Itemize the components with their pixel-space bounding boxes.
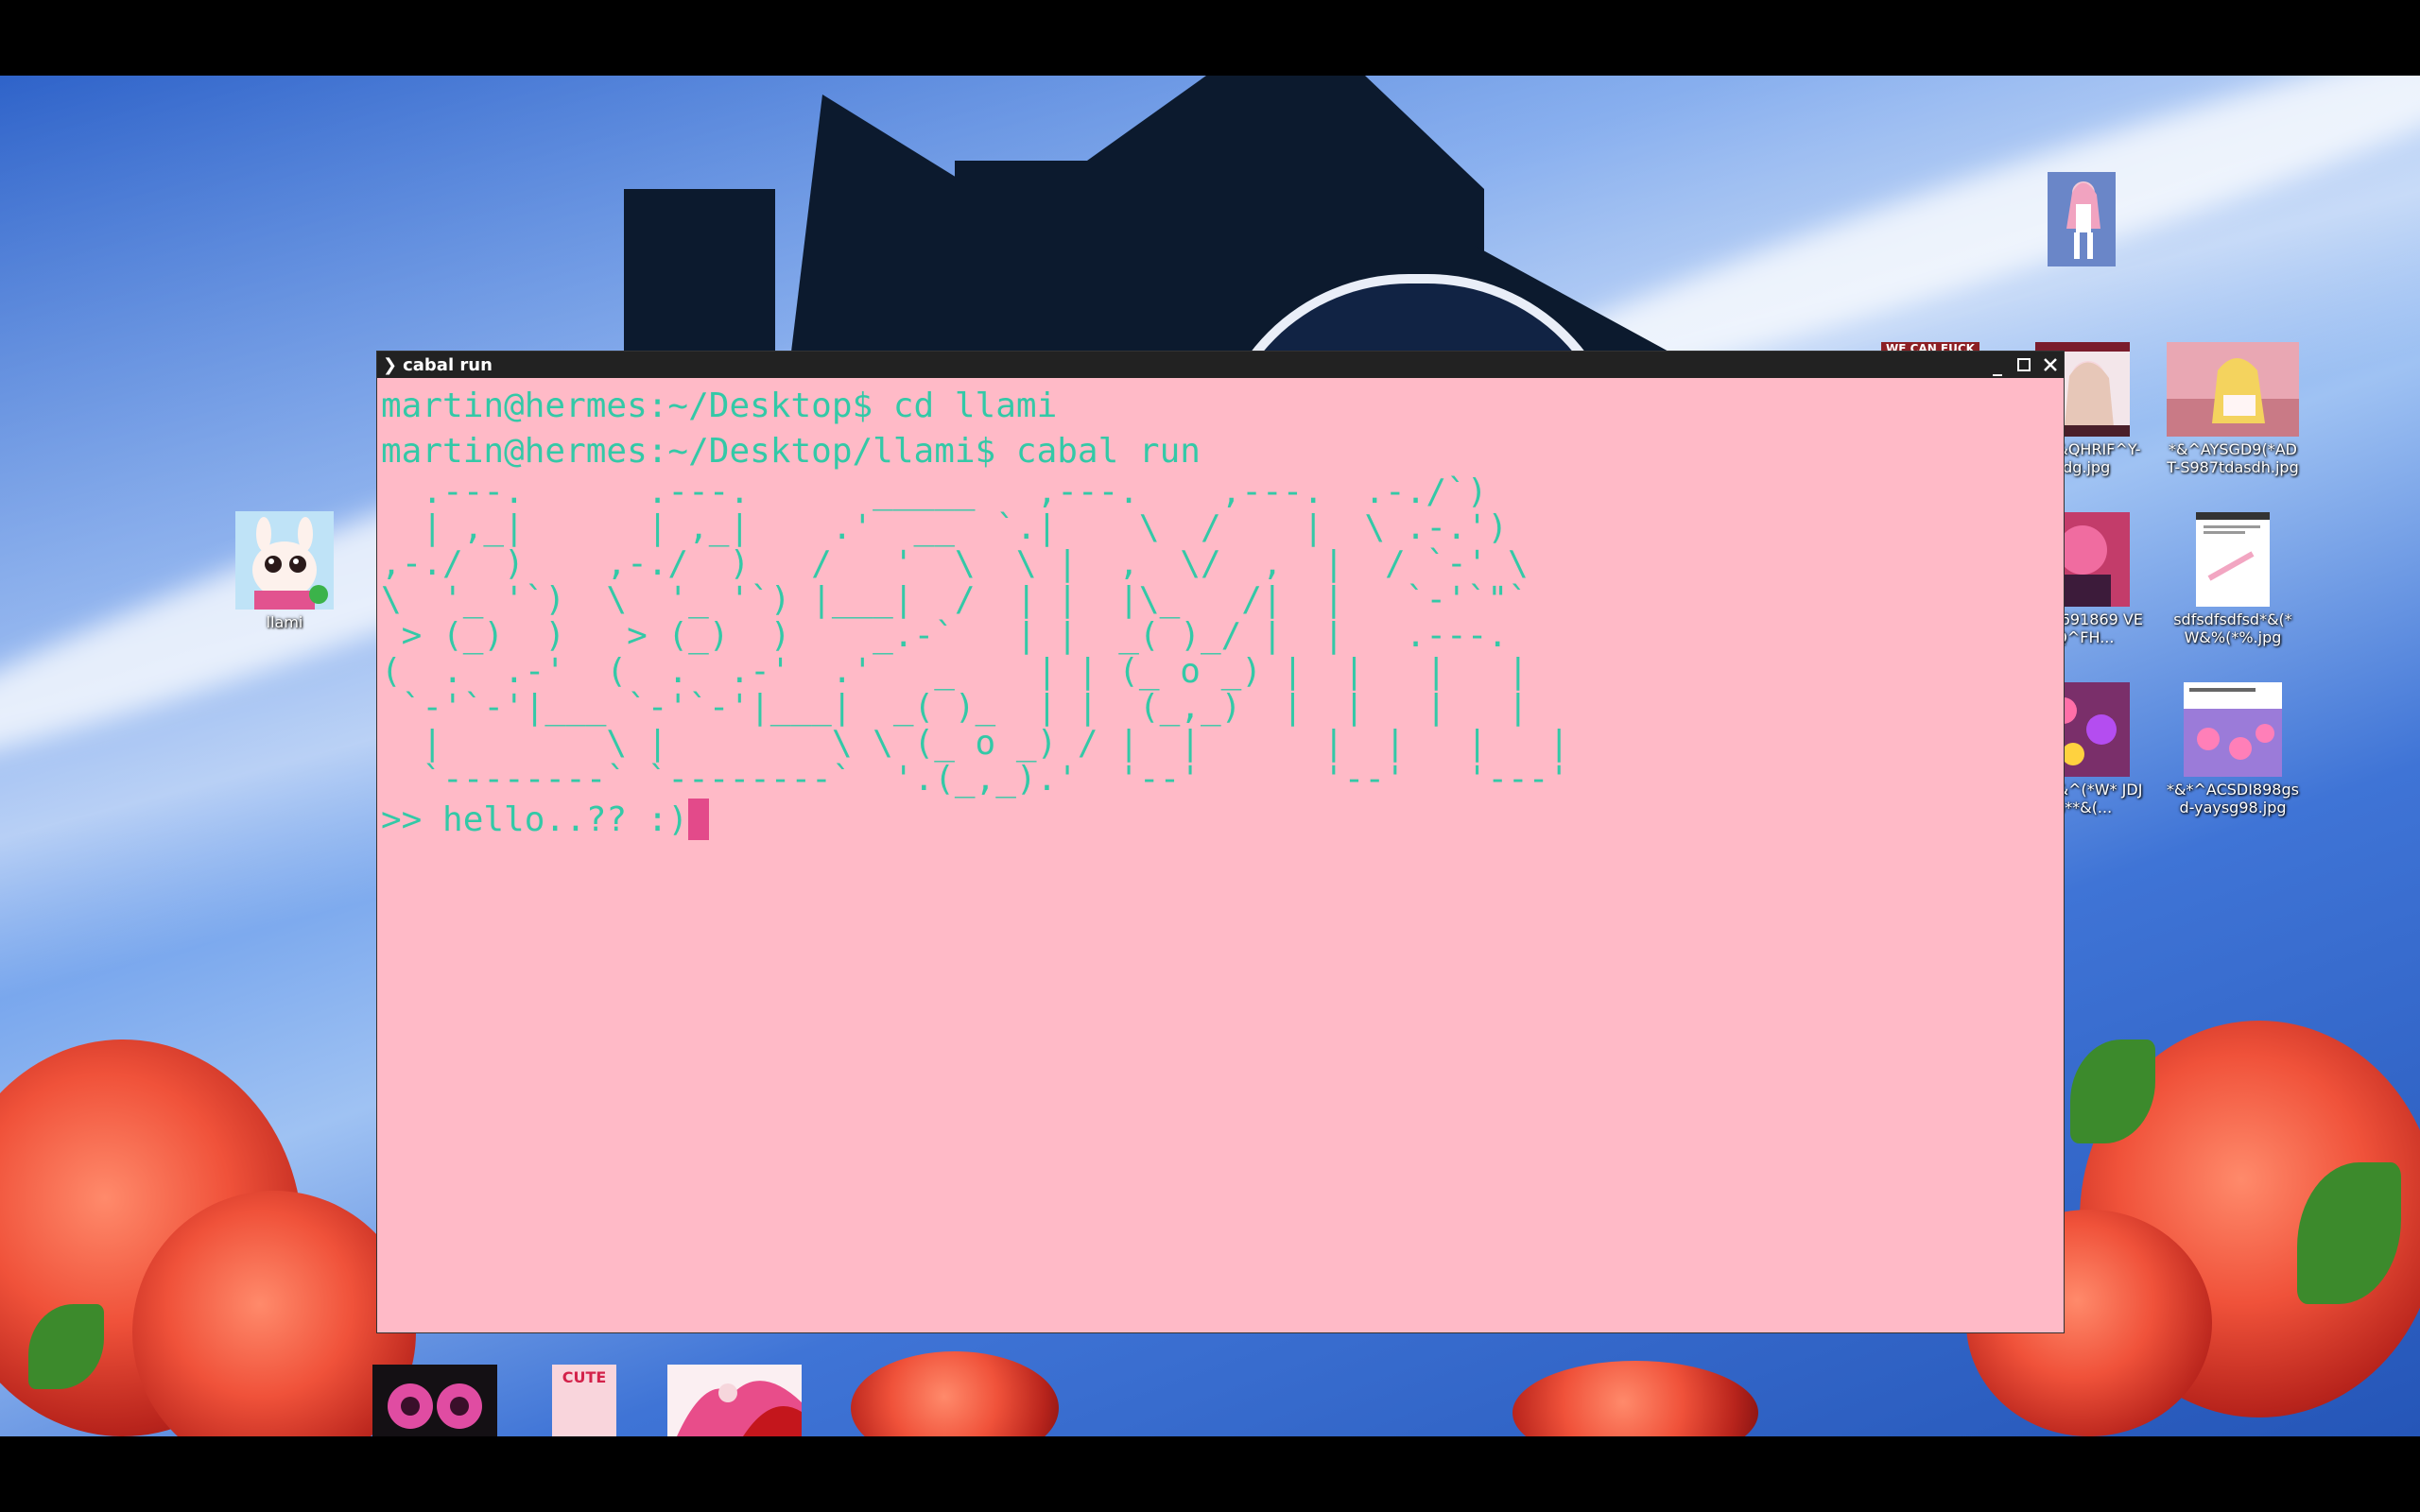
close-icon[interactable] <box>2037 352 2064 378</box>
terminal-line: martin@hermes:~/Desktop/llami$ cabal run <box>381 432 1201 471</box>
desktop-icon-llami[interactable]: llami <box>218 511 351 631</box>
desktop-icon-label: sdfsdfsdfsd*&(*W&%(*%.jpg <box>2173 610 2292 646</box>
thumbnail-caption: CUTE <box>562 1368 607 1386</box>
rose <box>1512 1361 1758 1436</box>
desktop-icon-label: *&*^ACSDI898gsd-yaysg98.jpg <box>2167 781 2299 816</box>
anime-girl-reading-thumbnail-icon <box>2167 342 2299 437</box>
desktop-icon-image[interactable]: *&*^ACSDI898gsd-yaysg98.jpg <box>2167 682 2299 816</box>
desktop-thumbnail-flowers[interactable] <box>372 1365 497 1436</box>
maximize-icon[interactable] <box>2011 352 2037 378</box>
desktop-icon-label: *&^AYSGD9(*ADT-S987tdasdh.jpg <box>2167 440 2299 476</box>
prompt-text: >> hello..?? :) <box>381 800 689 839</box>
llama-icon <box>235 511 334 610</box>
desktop-icon-label: llami <box>266 613 303 631</box>
terminal-output[interactable]: martin@hermes:~/Desktop$ cd llami martin@… <box>377 378 2064 843</box>
cats-screenshot-thumbnail-icon <box>2184 682 2282 777</box>
desktop-icon-anime-figure[interactable] <box>2015 172 2148 266</box>
pink-flowers-icon <box>372 1365 497 1436</box>
window-titlebar[interactable]: ❯ cabal run _ <box>377 352 2064 378</box>
terminal-prompt-icon: ❯ <box>383 354 398 375</box>
terminal-line: martin@hermes:~/Desktop$ cd llami <box>381 387 1058 425</box>
rose <box>851 1351 1059 1436</box>
text-cursor <box>688 799 710 840</box>
window-title: cabal run <box>403 354 493 375</box>
ascii-banner: .---. .---. _____ ,---. ,---. .-./`) | ,… <box>381 472 1570 799</box>
anime-girl-red-icon <box>667 1365 802 1436</box>
anime-figure-thumbnail-icon <box>2048 172 2116 266</box>
desktop-thumbnail-cute[interactable]: CUTE <box>552 1365 616 1436</box>
screenshot-thumbnail-icon <box>2196 512 2270 607</box>
desktop-icon-image[interactable]: *&^AYSGD9(*ADT-S987tdasdh.jpg <box>2167 342 2299 476</box>
minimize-icon[interactable]: _ <box>1984 352 2011 378</box>
terminal-prompt-line[interactable]: >> hello..?? :) <box>381 798 2060 843</box>
terminal-window[interactable]: ❯ cabal run _ martin@hermes:~/Desktop$ c… <box>377 352 2064 1332</box>
desktop-thumbnail-anime[interactable] <box>667 1365 802 1436</box>
desktop-icon-image[interactable]: sdfsdfsdfsd*&(*W&%(*%.jpg <box>2167 512 2299 646</box>
